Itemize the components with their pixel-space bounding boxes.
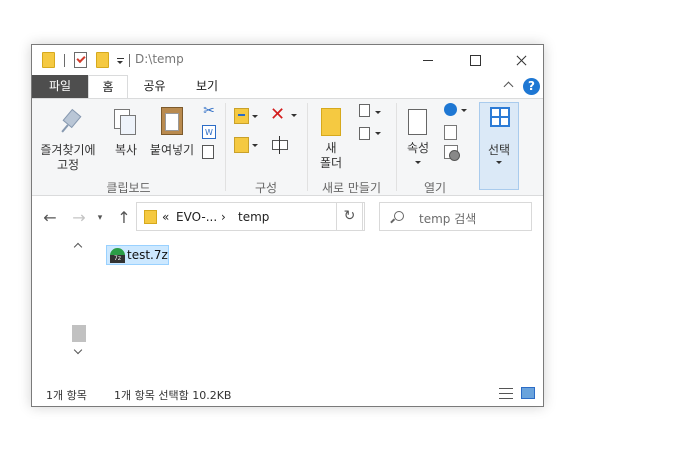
ribbon: 즐겨찾기에 고정 복사 붙여넣기 ✂ W 클립보드 ✕ 구성 새 폴더 새로 만… [32, 98, 543, 196]
back-button[interactable]: ← [40, 208, 60, 228]
file-explorer-window: D:\temp 파일 홈 공유 보기 ? 즐겨찾기에 고정 복사 붙여넣기 ✂ … [31, 44, 544, 407]
maximize-button[interactable] [452, 45, 498, 75]
navigation-pane-scrollbar[interactable] [71, 238, 88, 374]
copy-path-icon[interactable]: W [202, 125, 216, 139]
tab-view[interactable]: 보기 [182, 75, 232, 98]
copy-label: 복사 [114, 143, 138, 157]
copy-to-icon[interactable] [234, 137, 249, 153]
new-item-icon[interactable] [359, 104, 370, 117]
details-view-icon[interactable] [499, 388, 513, 399]
open-icon[interactable] [444, 103, 457, 116]
properties-button[interactable]: 속성 [398, 103, 438, 175]
large-icons-view-icon[interactable] [521, 387, 535, 399]
copy-button[interactable]: 복사 [108, 103, 144, 175]
new-folder-quick-icon[interactable] [96, 52, 109, 68]
7z-archive-icon [110, 248, 125, 263]
pin-icon [62, 111, 80, 135]
group-label-clipboard: 클립보드 [106, 181, 151, 195]
paste-paper-icon [165, 113, 179, 131]
up-button[interactable]: ↑ [114, 208, 134, 228]
easy-access-icon[interactable] [359, 127, 370, 140]
move-to-icon[interactable] [234, 108, 249, 124]
address-folder-icon [144, 210, 157, 224]
new-folder-button[interactable]: 새 폴더 [311, 103, 351, 175]
new-folder-label-2: 폴더 [319, 156, 343, 170]
tab-file[interactable]: 파일 [32, 75, 88, 98]
folder-icon [42, 52, 55, 68]
collapse-ribbon-icon[interactable] [503, 81, 514, 92]
scroll-up-icon[interactable] [73, 242, 83, 252]
paste-shortcut-icon[interactable] [202, 145, 214, 159]
group-separator [307, 103, 308, 191]
properties-label: 속성 [406, 141, 430, 155]
quick-access-separator [64, 54, 65, 67]
window-title: D:\temp [135, 52, 184, 66]
paste-label: 붙여넣기 [149, 143, 195, 157]
search-icon [394, 211, 404, 221]
group-label-open: 열기 [423, 181, 447, 195]
customize-quick-access-icon[interactable] [117, 58, 124, 64]
tab-home[interactable]: 홈 [88, 75, 128, 99]
address-overflow-chevrons[interactable]: « [162, 210, 169, 224]
rename-icon[interactable] [272, 136, 288, 154]
tab-share[interactable]: 공유 [132, 75, 177, 98]
group-label-organize: 구성 [254, 181, 278, 195]
move-to-dropdown-icon[interactable] [252, 115, 258, 118]
group-label-new: 새로 만들기 [321, 181, 381, 195]
open-dropdown-icon[interactable] [461, 109, 467, 112]
edit-icon[interactable] [444, 125, 457, 140]
delete-dropdown-icon[interactable] [291, 114, 297, 117]
group-separator [225, 103, 226, 191]
search-input[interactable]: temp 검색 [379, 202, 532, 231]
paste-button[interactable]: 붙여넣기 [146, 103, 198, 175]
delete-icon[interactable]: ✕ [270, 106, 288, 124]
title-bar: D:\temp [32, 45, 543, 75]
status-selection: 1개 항목 선택함 10.2KB [114, 389, 232, 402]
file-name: test.7z [127, 248, 168, 262]
status-item-count: 1개 항목 [46, 389, 87, 402]
ribbon-tabs: 파일 홈 공유 보기 ? [32, 75, 543, 99]
select-dropdown-icon [496, 161, 502, 164]
new-item-dropdown-icon[interactable] [375, 111, 381, 114]
recent-locations-icon[interactable]: ▾ [90, 208, 110, 228]
scroll-down-icon[interactable] [73, 345, 83, 355]
pin-label-2: 고정 [56, 158, 80, 172]
title-separator [129, 54, 130, 67]
address-bar[interactable]: « EVO-... › temp [136, 202, 365, 231]
select-button[interactable]: 선택 [479, 102, 519, 190]
properties-quick-icon[interactable] [74, 52, 87, 68]
search-placeholder: temp 검색 [419, 212, 477, 226]
breadcrumb-separator[interactable]: › [221, 210, 226, 224]
pin-label: 즐겨찾기에 [40, 143, 96, 157]
file-item[interactable]: test.7z [106, 245, 169, 265]
minimize-button[interactable] [405, 45, 451, 75]
properties-icon [408, 109, 427, 135]
refresh-button[interactable]: ↻ [336, 202, 363, 231]
new-folder-icon [321, 108, 341, 136]
select-label: 선택 [487, 143, 511, 157]
pin-to-quick-access-button[interactable]: 즐겨찾기에 고정 [32, 103, 104, 175]
breadcrumb-parent[interactable]: EVO-... [176, 210, 217, 224]
close-button[interactable] [498, 45, 544, 75]
forward-button[interactable]: → [69, 208, 89, 228]
group-separator [396, 103, 397, 191]
copy-to-dropdown-icon[interactable] [252, 144, 258, 147]
help-icon[interactable]: ? [523, 78, 540, 95]
copy-icon-front [120, 115, 136, 135]
properties-dropdown-icon [415, 161, 421, 164]
cut-icon[interactable]: ✂ [202, 104, 216, 118]
scroll-thumb[interactable] [72, 325, 86, 342]
breadcrumb-current[interactable]: temp [238, 210, 269, 224]
history-icon[interactable] [444, 145, 460, 161]
select-grid-icon [490, 107, 510, 127]
easy-access-dropdown-icon[interactable] [375, 132, 381, 135]
new-folder-label: 새 [325, 141, 337, 155]
